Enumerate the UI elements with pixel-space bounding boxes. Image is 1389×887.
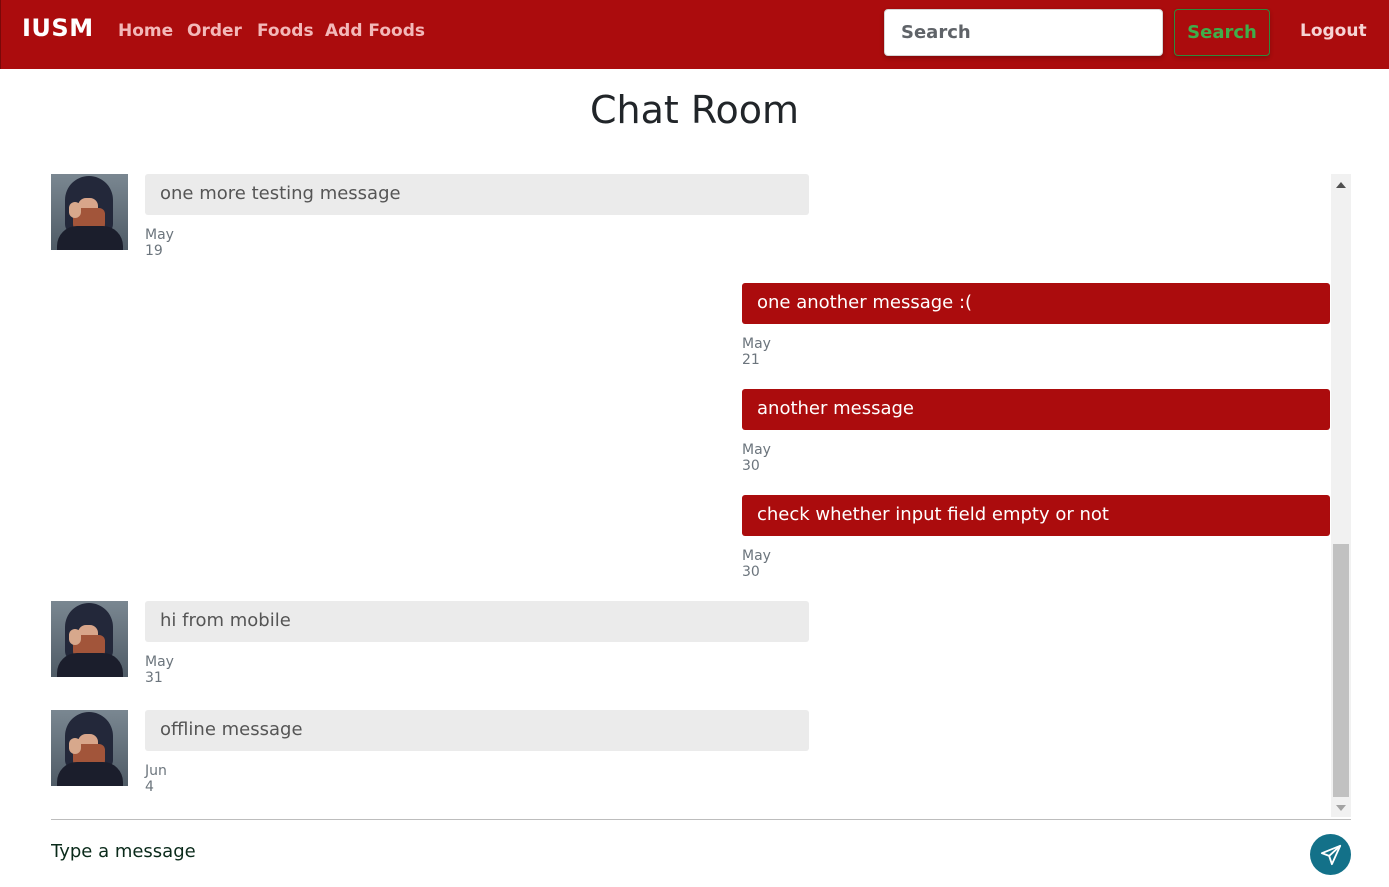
message-bubble: hi from mobile [145, 601, 809, 642]
nav-add-foods[interactable]: Add Foods [325, 21, 425, 41]
scroll-down-arrow-icon[interactable] [1336, 805, 1346, 811]
scroll-up-arrow-icon[interactable] [1336, 182, 1346, 188]
message-bubble: check whether input field empty or not [742, 495, 1330, 536]
search-button[interactable]: Search [1174, 9, 1270, 56]
message-date: May 19 [145, 227, 174, 259]
logout-link[interactable]: Logout [1300, 21, 1367, 41]
top-navbar: IUSM Home Order Foods Add Foods Search L… [0, 0, 1389, 69]
message-date: May 21 [742, 336, 771, 368]
message-bubble: another message [742, 389, 1330, 430]
chat-scrollbar[interactable] [1331, 174, 1351, 817]
message-date: May 30 [742, 442, 771, 474]
message-date: Jun 4 [145, 763, 167, 795]
message-date: May 31 [145, 654, 174, 686]
message-bubble: one another message :( [742, 283, 1330, 324]
nav-home[interactable]: Home [118, 21, 173, 41]
paper-plane-icon [1320, 844, 1342, 866]
composer-divider [51, 819, 1351, 820]
scroll-thumb[interactable] [1333, 544, 1349, 797]
message-bubble: offline message [145, 710, 809, 751]
message-date: May 30 [742, 548, 771, 580]
avatar [51, 174, 128, 250]
chat-messages[interactable]: one more testing message May 19 one anot… [51, 174, 1351, 817]
avatar [51, 710, 128, 786]
brand-logo[interactable]: IUSM [22, 14, 94, 42]
nav-foods[interactable]: Foods [257, 21, 314, 41]
message-input[interactable] [51, 834, 1291, 868]
nav-order[interactable]: Order [187, 21, 242, 41]
avatar [51, 601, 128, 677]
search-input[interactable] [884, 9, 1163, 56]
send-button[interactable] [1310, 834, 1351, 875]
message-bubble: one more testing message [145, 174, 809, 215]
page-title: Chat Room [589, 88, 800, 132]
